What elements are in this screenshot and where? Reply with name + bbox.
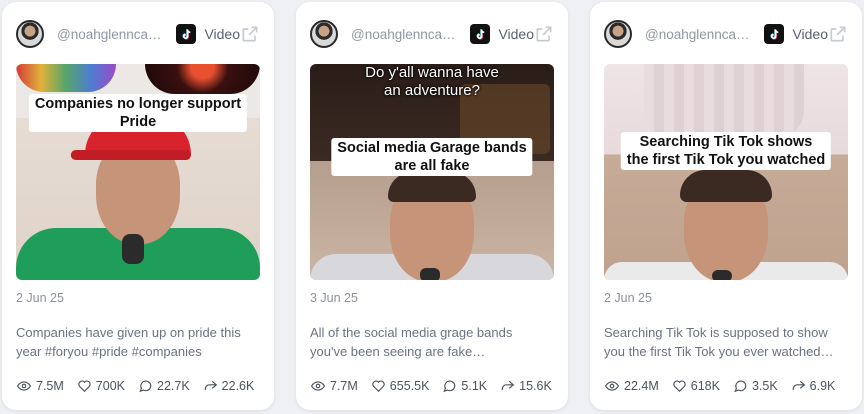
share-icon <box>501 380 515 391</box>
video-caption: Searching Tik Tok shows the first Tik Tok… <box>620 132 832 170</box>
post-description: Companies have given up on pride this ye… <box>16 325 241 359</box>
tiktok-icon <box>764 24 785 44</box>
external-link-icon[interactable] <box>828 24 848 44</box>
post-description: All of the social media grage bands you'… <box>310 325 513 359</box>
engagement-stats: 22.4M 618K 3.5K 6.9K <box>604 379 852 393</box>
hair <box>680 170 772 202</box>
likes-stat: 655.5K <box>371 379 429 393</box>
username[interactable]: @noahglennca… <box>351 27 458 42</box>
post-date: 3 Jun 25 <box>310 291 358 305</box>
username[interactable]: @noahglennca… <box>645 27 752 42</box>
hair <box>388 172 476 202</box>
content-type-label: Video <box>204 26 240 42</box>
card-header: @noahglennca… Video <box>604 16 848 52</box>
video-thumbnail[interactable]: Companies no longer support Pride <box>16 64 260 280</box>
card-header: @noahglennca… Video <box>310 16 554 52</box>
shares-stat: 22.6K <box>203 379 254 393</box>
engagement-stats: 7.7M 655.5K 5.1K 15.6K <box>310 379 558 393</box>
comment-icon <box>443 380 456 393</box>
eye-icon <box>604 381 620 391</box>
username[interactable]: @noahglennca… <box>57 27 164 42</box>
eye-icon <box>16 381 32 391</box>
engagement-stats: 7.5M 700K 22.7K 22.6K <box>16 379 264 393</box>
microphone <box>712 270 732 280</box>
comments-stat: 22.7K <box>138 379 190 393</box>
microphone <box>122 234 144 264</box>
avatar[interactable] <box>16 20 44 48</box>
heart-icon <box>372 380 385 393</box>
external-link-icon[interactable] <box>534 24 554 44</box>
likes-stat: 700K <box>77 379 125 393</box>
avatar[interactable] <box>310 20 338 48</box>
share-icon <box>204 380 217 391</box>
views-stat: 7.5M <box>16 379 64 393</box>
shares-stat: 15.6K <box>500 379 552 393</box>
comment-icon <box>734 380 747 393</box>
post-description: Searching Tik Tok is supposed to show yo… <box>604 325 834 359</box>
shares-stat: 6.9K <box>791 379 835 393</box>
eye-icon <box>310 381 326 391</box>
views-stat: 22.4M <box>604 379 659 393</box>
external-link-icon[interactable] <box>240 24 260 44</box>
likes-stat: 618K <box>672 379 720 393</box>
video-caption: Companies no longer support Pride <box>28 94 248 132</box>
video-thumbnail[interactable]: Searching Tik Tok shows the first Tik Tok… <box>604 64 848 280</box>
heart-icon <box>673 380 686 393</box>
comments-stat: 5.1K <box>442 379 487 393</box>
video-overlay-text: Do y'all wanna have an adventure? <box>365 64 499 99</box>
post-date: 2 Jun 25 <box>604 291 652 305</box>
video-caption: Social media Garage bands are all fake <box>331 138 533 176</box>
video-card[interactable]: @noahglennca… Video Companies no longer … <box>2 2 274 410</box>
video-thumbnail[interactable]: Do y'all wanna have an adventure? Social… <box>310 64 554 280</box>
content-type-label: Video <box>498 26 534 42</box>
share-icon <box>792 380 805 391</box>
comment-icon <box>139 380 152 393</box>
heart-icon <box>78 380 91 393</box>
tiktok-icon <box>176 24 197 44</box>
comments-stat: 3.5K <box>733 379 778 393</box>
views-stat: 7.7M <box>310 379 358 393</box>
avatar[interactable] <box>604 20 632 48</box>
microphone <box>420 268 440 280</box>
card-header: @noahglennca… Video <box>16 16 260 52</box>
post-date: 2 Jun 25 <box>16 291 64 305</box>
tiktok-icon <box>470 24 491 44</box>
content-type-label: Video <box>792 26 828 42</box>
video-card[interactable]: @noahglennca… Video Do y'all wanna have … <box>296 2 568 410</box>
video-card[interactable]: @noahglennca… Video Searching Tik Tok sh… <box>590 2 862 410</box>
